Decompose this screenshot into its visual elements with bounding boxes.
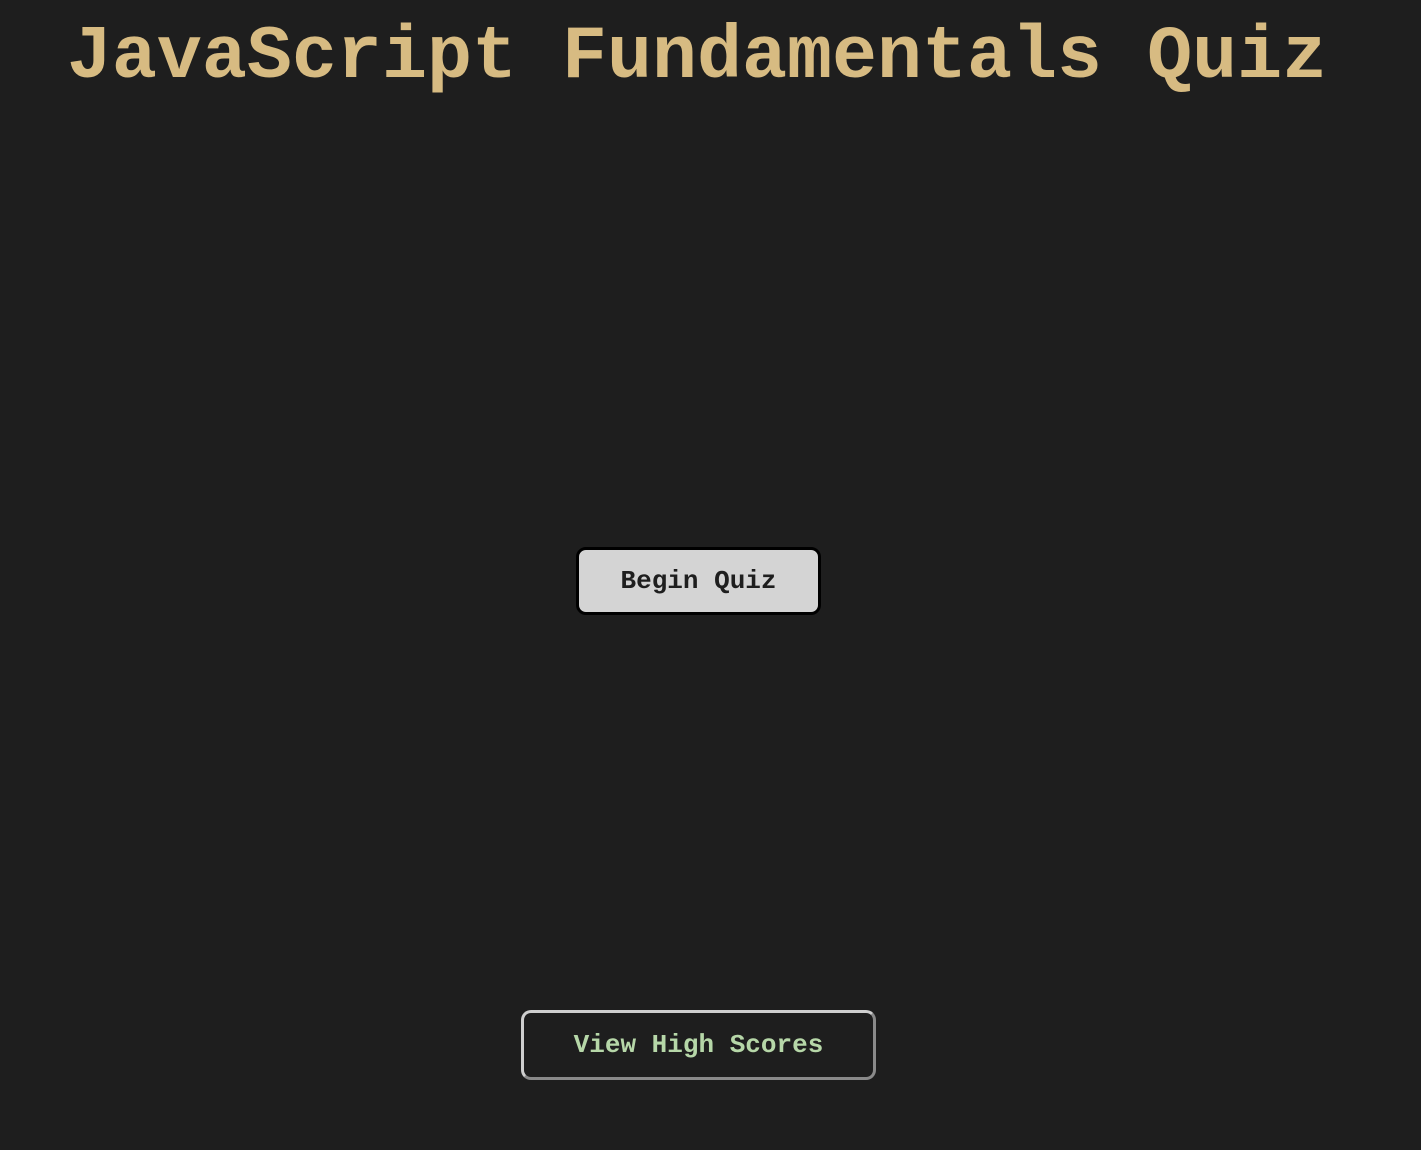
begin-quiz-button[interactable]: Begin Quiz: [576, 547, 821, 615]
view-high-scores-button[interactable]: View High Scores: [521, 1010, 876, 1080]
quiz-start-page: JavaScript Fundamentals Quiz Begin Quiz …: [0, 0, 1421, 1150]
page-title: JavaScript Fundamentals Quiz: [66, 15, 1328, 100]
